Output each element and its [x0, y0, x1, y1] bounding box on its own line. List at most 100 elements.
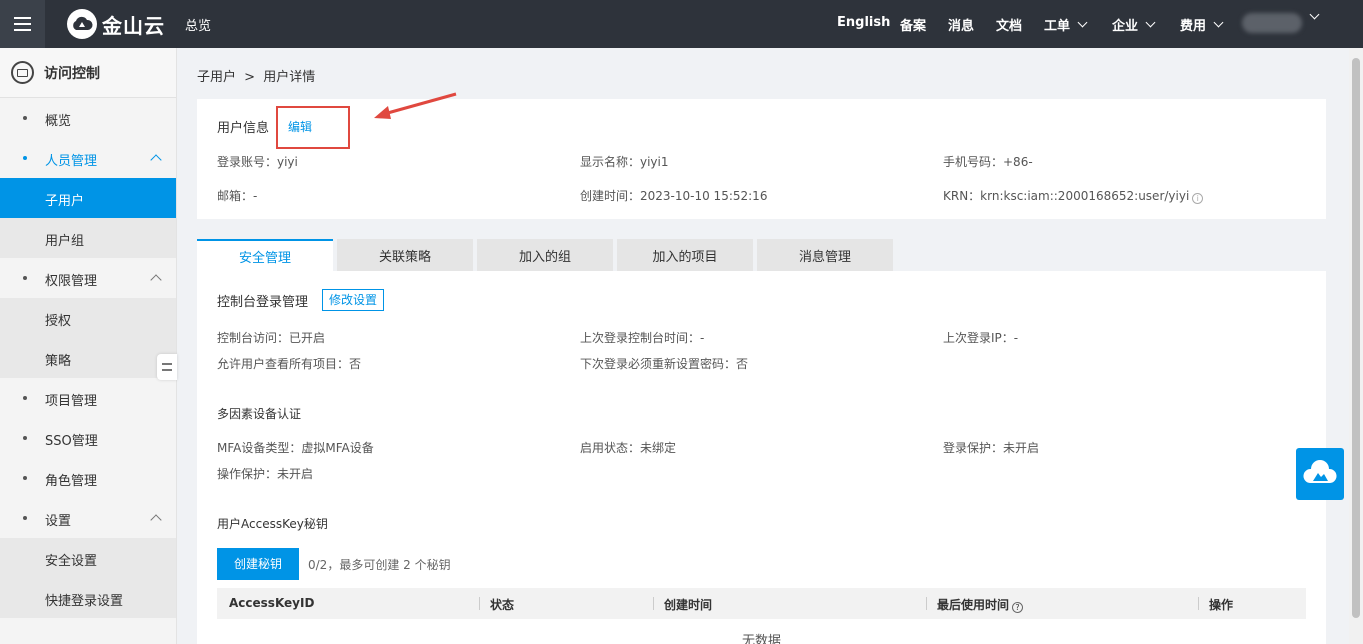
sidebar-item-security-settings[interactable]: 安全设置 — [0, 538, 176, 578]
account-menu[interactable] — [1302, 9, 1320, 20]
krn-field: KRN：krn:ksc:iam::2000168652:user/yiyi i — [943, 187, 1204, 204]
sidebar-item-policies[interactable]: 策略 — [0, 338, 176, 378]
chevron-down-icon — [1077, 17, 1088, 28]
column-status: 状态 — [490, 598, 515, 612]
sidebar-item-label: 策略 — [45, 354, 72, 369]
mfa-type: MFA设备类型：虚拟MFA设备 — [217, 441, 374, 455]
sidebar-item-label: 权限管理 — [45, 274, 98, 289]
email: 邮箱：- — [217, 189, 258, 203]
user-info-title: 用户信息 — [217, 121, 270, 136]
annotation-highlight-box — [276, 106, 350, 149]
top-navigation-bar: 金山云 总览 English 备案 消息 文档 工单 企业 费用 — [0, 0, 1363, 48]
tab-policies[interactable]: 关联策略 — [337, 239, 473, 271]
column-created: 创建时间 — [664, 598, 713, 612]
nav-english[interactable]: English — [837, 15, 890, 30]
sidebar-item-label: 角色管理 — [45, 474, 98, 489]
sidebar-item-projects[interactable]: 项目管理 — [0, 378, 176, 418]
floating-support-button[interactable] — [1296, 448, 1344, 500]
sidebar-item-label: SSO管理 — [45, 434, 98, 449]
last-login-time: 上次登录控制台时间：- — [580, 331, 705, 345]
sidebar-title: 访问控制 — [44, 65, 100, 82]
nav-docs[interactable]: 文档 — [996, 15, 1022, 34]
krn-value: KRN：krn:ksc:iam::2000168652:user/yiyi — [943, 189, 1190, 203]
tab-groups[interactable]: 加入的组 — [477, 239, 613, 271]
sidebar-item-usergroups[interactable]: 用户组 — [0, 218, 176, 258]
sidebar-item-label: 设置 — [45, 514, 72, 529]
nav-tickets[interactable]: 工单 — [1044, 15, 1088, 34]
sidebar-item-roles[interactable]: 角色管理 — [0, 458, 176, 498]
accesskey-title: 用户AccessKey秘钥 — [217, 517, 328, 531]
nav-messages[interactable]: 消息 — [948, 15, 974, 34]
sidebar-item-settings[interactable]: 设置 — [0, 498, 176, 538]
created-time: 创建时间：2023-10-10 15:52:16 — [580, 189, 768, 203]
sidebar-header: 访问控制 — [0, 48, 176, 98]
breadcrumb-current: 用户详情 — [263, 70, 316, 85]
breadcrumb-separator: > — [244, 70, 256, 85]
nav-enterprise-label: 企业 — [1112, 19, 1139, 34]
tab-projects[interactable]: 加入的项目 — [617, 239, 753, 271]
sidebar-collapse-icon[interactable] — [157, 354, 177, 380]
tab-messages[interactable]: 消息管理 — [757, 239, 893, 271]
console-access: 控制台访问：已开启 — [217, 331, 326, 345]
sidebar-item-label: 概览 — [45, 114, 72, 129]
login-account: 登录账号：yiyi — [217, 155, 298, 169]
column-accesskeyid: AccessKeyID — [229, 596, 315, 610]
sidebar-item-label: 用户组 — [45, 234, 85, 249]
annotation-arrow-icon — [374, 92, 457, 119]
help-icon[interactable]: ? — [1012, 602, 1024, 613]
display-name: 显示名称：yiyi1 — [580, 155, 669, 169]
sidebar-item-label: 人员管理 — [45, 154, 98, 169]
nav-enterprise[interactable]: 企业 — [1112, 15, 1156, 34]
key-quota: 0/2，最多可创建 2 个秘钥 — [308, 558, 451, 572]
scrollbar-thumb[interactable] — [1352, 58, 1360, 618]
chevron-down-icon — [1213, 17, 1224, 28]
sidebar-item-quick-login[interactable]: 快捷登录设置 — [0, 578, 176, 618]
mfa-title: 多因素设备认证 — [217, 407, 302, 421]
overview-link[interactable]: 总览 — [185, 15, 211, 34]
account-avatar[interactable] — [1242, 13, 1302, 33]
sidebar-item-label: 安全设置 — [45, 554, 98, 569]
sidebar-item-overview[interactable]: 概览 — [0, 98, 176, 138]
column-last-used-label: 最后使用时间 — [937, 598, 1010, 612]
modify-settings-button[interactable]: 修改设置 — [322, 289, 385, 311]
accesskey-table-header: AccessKeyID 状态 创建时间 最后使用时间? 操作 — [217, 588, 1306, 619]
info-icon[interactable]: i — [1192, 193, 1204, 204]
sidebar-item-sso[interactable]: SSO管理 — [0, 418, 176, 458]
nav-filing[interactable]: 备案 — [900, 15, 926, 34]
hamburger-menu-icon[interactable] — [0, 0, 45, 48]
brand-logo[interactable]: 金山云 — [67, 8, 165, 40]
login-protection: 登录保护：未开启 — [943, 441, 1040, 455]
cloud-logo-icon — [67, 9, 97, 39]
operation-protection: 操作保护：未开启 — [217, 467, 314, 481]
chevron-down-icon — [1145, 17, 1156, 28]
sidebar-item-grants[interactable]: 授权 — [0, 298, 176, 338]
chevron-up-icon — [150, 154, 162, 166]
column-last-used: 最后使用时间? — [937, 596, 1024, 613]
column-actions: 操作 — [1209, 598, 1234, 612]
support-cloud-icon — [1303, 460, 1337, 483]
sidebar: 访问控制 概览 人员管理 子用户 用户组 权限管理 授权 策略 项目管理 SSO… — [0, 48, 177, 644]
sidebar-item-label: 项目管理 — [45, 394, 98, 409]
sidebar-item-label: 授权 — [45, 314, 72, 329]
breadcrumb-parent[interactable]: 子用户 — [197, 70, 236, 85]
console-login-title: 控制台登录管理 — [217, 295, 309, 310]
chevron-down-icon — [1309, 9, 1320, 20]
phone-number: 手机号码：+86- — [943, 155, 1033, 169]
last-login-ip: 上次登录IP：- — [943, 331, 1019, 345]
create-key-button[interactable]: 创建秘钥 — [217, 548, 299, 580]
chevron-up-icon — [150, 514, 162, 526]
sidebar-item-subusers[interactable]: 子用户 — [0, 178, 176, 218]
sidebar-item-label: 快捷登录设置 — [45, 594, 124, 609]
sidebar-item-label: 子用户 — [45, 194, 85, 209]
breadcrumb: 子用户 > 用户详情 — [197, 66, 315, 85]
nav-tickets-label: 工单 — [1044, 19, 1071, 34]
tab-security[interactable]: 安全管理 — [197, 239, 333, 271]
sidebar-item-people[interactable]: 人员管理 — [0, 138, 176, 178]
table-empty-text: 无数据 — [741, 634, 781, 644]
view-all-projects: 允许用户查看所有项目：否 — [217, 357, 362, 371]
enable-status: 启用状态：未绑定 — [580, 441, 677, 455]
chevron-up-icon — [150, 274, 162, 286]
nav-billing[interactable]: 费用 — [1180, 15, 1224, 34]
reset-password: 下次登录必须重新设置密码：否 — [580, 357, 749, 371]
sidebar-item-permissions[interactable]: 权限管理 — [0, 258, 176, 298]
